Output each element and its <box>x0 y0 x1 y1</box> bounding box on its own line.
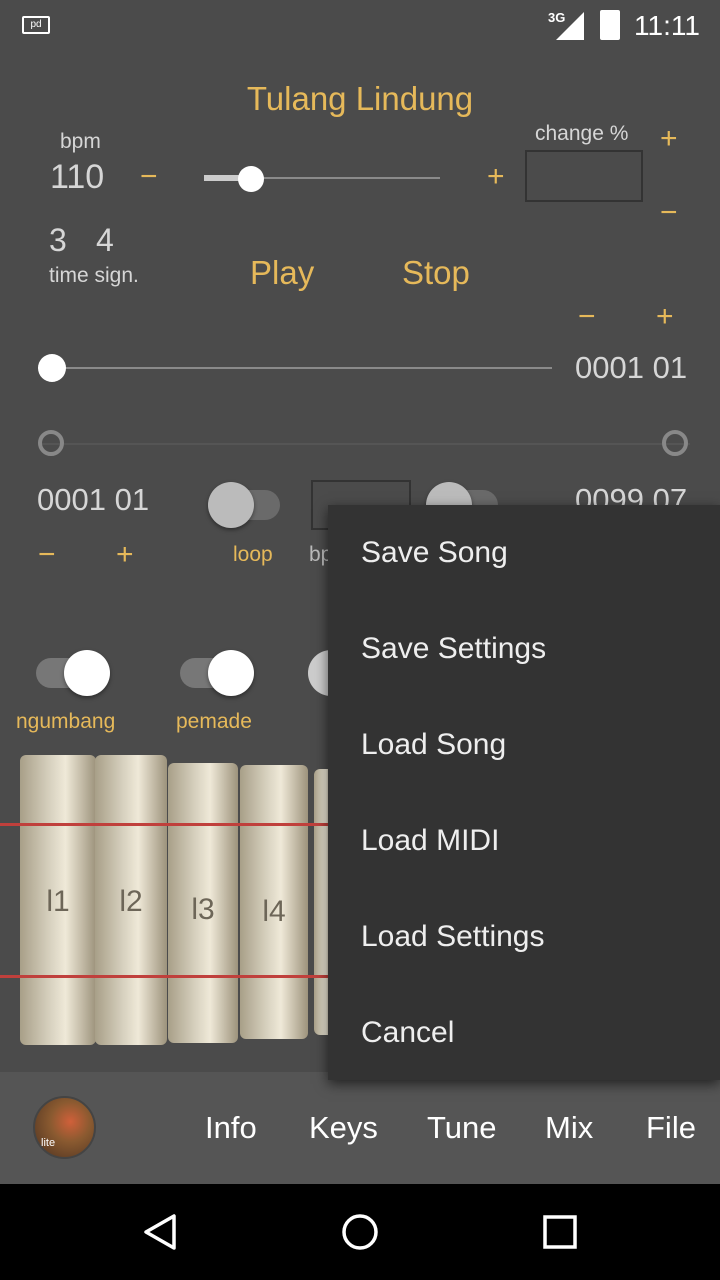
loop-start-plus-button[interactable]: + <box>116 538 134 572</box>
battery-icon <box>600 10 620 40</box>
rope <box>0 975 330 978</box>
time-sign-denominator: 4 <box>96 222 114 258</box>
song-title: Tulang Lindung <box>246 80 474 117</box>
loop-end-thumb[interactable] <box>662 430 688 456</box>
home-icon[interactable] <box>340 1212 380 1252</box>
menu-item-cancel[interactable]: Cancel <box>328 985 720 1081</box>
keys-panel: l1 l2 l3 l4 <box>0 755 334 1055</box>
bottom-bar: lite Info Keys Tune Mix File <box>0 1072 720 1184</box>
key-l1[interactable]: l1 <box>20 755 96 1045</box>
loop-start-thumb[interactable] <box>38 430 64 456</box>
app-logo[interactable]: lite <box>33 1096 96 1159</box>
tab-mix[interactable]: Mix <box>545 1110 593 1146</box>
bpm-label: bpm <box>60 130 101 153</box>
bpm-value: 110 <box>50 158 105 196</box>
menu-item-save-settings[interactable]: Save Settings <box>328 601 720 697</box>
tab-keys[interactable]: Keys <box>309 1110 378 1146</box>
stop-button[interactable]: Stop <box>402 254 470 292</box>
recents-icon[interactable] <box>542 1214 578 1250</box>
loop-start-value: 0001 01 <box>37 482 150 517</box>
instrument-label: ngumbang <box>16 710 116 733</box>
tab-tune[interactable]: Tune <box>427 1110 497 1146</box>
menu-item-load-settings[interactable]: Load Settings <box>328 889 720 985</box>
menu-item-load-song[interactable]: Load Song <box>328 697 720 793</box>
time-sign-label: time sign. <box>49 264 139 287</box>
signal-icon <box>556 12 584 40</box>
time-sign-numerator: 3 <box>49 222 67 258</box>
change-input[interactable] <box>525 150 643 202</box>
loop-toggle[interactable] <box>208 482 280 528</box>
loop-start-minus-button[interactable]: − <box>38 538 56 572</box>
file-menu: Save Song Save Settings Load Song Load M… <box>328 505 720 1080</box>
menu-item-save-song[interactable]: Save Song <box>328 505 720 601</box>
status-bar: pd 3G 11:11 <box>0 0 720 52</box>
loop-range-slider[interactable] <box>38 430 690 458</box>
bpm-minus-button[interactable]: − <box>140 160 158 194</box>
change-label: change % <box>535 122 629 145</box>
tab-info[interactable]: Info <box>205 1110 257 1146</box>
change-plus-button[interactable]: + <box>660 122 678 156</box>
bpm-slider-thumb[interactable] <box>238 166 264 192</box>
instrument-toggle-ngumbang[interactable] <box>36 650 110 696</box>
instrument-label: pemade <box>176 710 252 733</box>
loop-label: loop <box>233 543 273 566</box>
position-plus-button[interactable]: + <box>656 300 674 334</box>
back-icon[interactable] <box>140 1212 180 1252</box>
bpm-slider[interactable] <box>204 166 440 192</box>
instrument-toggle-pemade[interactable] <box>180 650 254 696</box>
menu-item-load-midi[interactable]: Load MIDI <box>328 793 720 889</box>
key-l2[interactable]: l2 <box>95 755 167 1045</box>
position-slider-thumb[interactable] <box>38 354 66 382</box>
key-l4[interactable]: l4 <box>240 765 308 1039</box>
position-minus-button[interactable]: − <box>578 300 596 334</box>
key-l3[interactable]: l3 <box>168 763 238 1043</box>
tab-file[interactable]: File <box>646 1110 696 1146</box>
bpm-plus-button[interactable]: + <box>487 160 505 194</box>
navigation-bar <box>0 1184 720 1280</box>
rope <box>0 823 330 826</box>
position-slider[interactable] <box>38 354 552 382</box>
change-minus-button[interactable]: − <box>660 196 678 230</box>
pd-icon: pd <box>22 16 50 34</box>
play-button[interactable]: Play <box>250 254 314 292</box>
position-value: 0001 01 <box>575 350 688 385</box>
clock: 11:11 <box>634 10 700 41</box>
